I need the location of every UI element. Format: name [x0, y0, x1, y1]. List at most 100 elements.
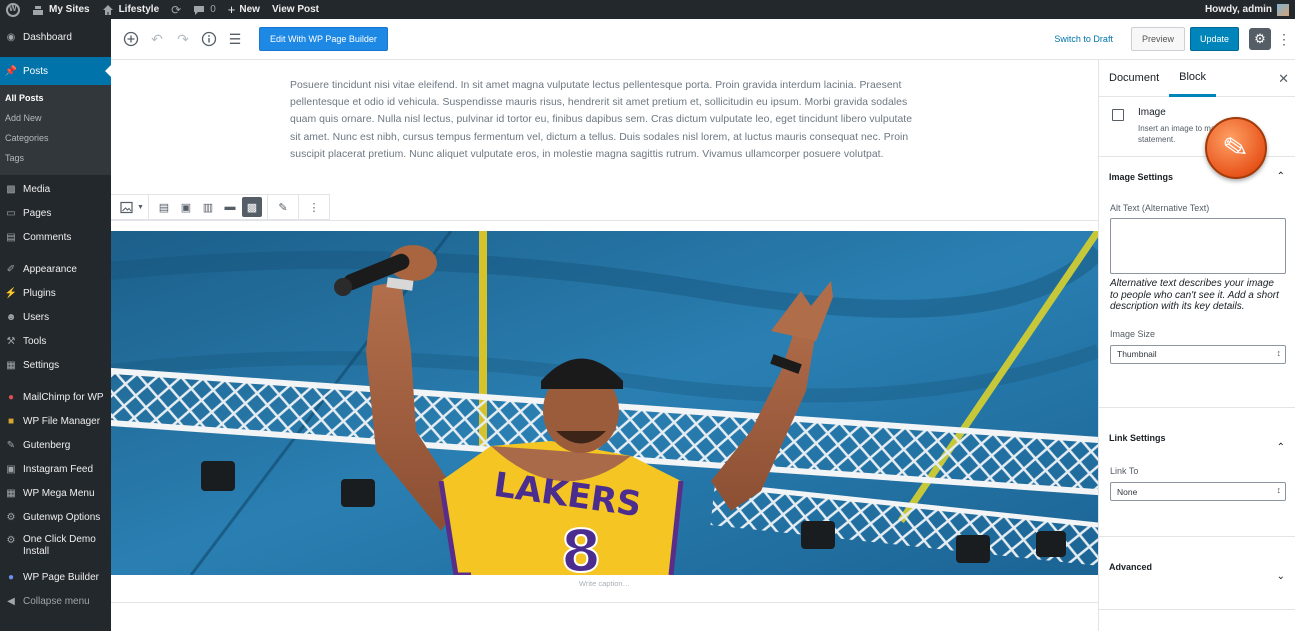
dashboard-icon: ◉ [6, 31, 16, 43]
menu-label: WP Page Builder [23, 571, 99, 583]
image-icon [1112, 109, 1124, 121]
link-settings-panel: Link Settings ⌃ Link To None [1099, 420, 1295, 537]
menu-item-comments[interactable]: ▤ Comments [0, 225, 111, 249]
pushpin-icon: 📌 [4, 65, 18, 77]
my-sites-link[interactable]: My Sites [26, 0, 96, 19]
caption-input[interactable]: Write caption… [111, 579, 1098, 588]
info-icon[interactable] [197, 27, 221, 51]
alt-text-help: Alternative text describes your image to… [1110, 278, 1279, 312]
menu-item-pages[interactable]: ▭ Pages [0, 201, 111, 225]
menu-label: Pages [23, 207, 52, 219]
comments-icon: ▤ [6, 231, 16, 243]
menu-label: Posts [23, 65, 49, 77]
advanced-title[interactable]: Advanced [1099, 549, 1295, 585]
gear-icon: ⚙ [6, 534, 16, 546]
image-block-icon[interactable] [116, 197, 136, 217]
undo-icon[interactable]: ↶ [145, 27, 169, 51]
new-content-link[interactable]: + New [222, 0, 266, 19]
settings-gear-icon[interactable]: ⚙ [1249, 28, 1271, 50]
align-wide-icon[interactable]: ▬ [220, 197, 240, 217]
chevron-down-icon[interactable]: ⌄ [1277, 571, 1285, 582]
grid-icon: ▦ [6, 487, 16, 499]
site-name-link[interactable]: Lifestyle [96, 0, 166, 19]
menu-item-page-builder[interactable]: ● WP Page Builder [0, 565, 111, 589]
block-divider [111, 220, 1098, 221]
menu-item-mega-menu[interactable]: ▦ WP Mega Menu [0, 481, 111, 505]
menu-item-plugins[interactable]: ⚡ Plugins [0, 281, 111, 305]
home-icon [102, 4, 114, 16]
submenu-item-categories[interactable]: Categories [0, 129, 111, 149]
menu-item-tools[interactable]: ⚒ Tools [0, 329, 111, 353]
switch-to-draft-link[interactable]: Switch to Draft [1054, 34, 1113, 44]
advanced-panel: Advanced ⌄ [1099, 549, 1295, 610]
block-switcher[interactable]: ▼ [111, 194, 149, 220]
submenu-item-all-posts[interactable]: All Posts [0, 89, 111, 109]
paragraph-block[interactable]: Posuere tincidunt nisi vitae eleifend. I… [290, 77, 915, 163]
menu-item-file-manager[interactable]: ■ WP File Manager [0, 409, 111, 433]
menu-item-dashboard[interactable]: ◉ Dashboard [0, 25, 111, 49]
paintbrush-icon: ✐ [6, 263, 16, 275]
menu-item-media[interactable]: ▩ Media [0, 177, 111, 201]
menu-item-users[interactable]: ☻ Users [0, 305, 111, 329]
editor-header-toolbar: ↶ ↷ ☰ Edit With WP Page Builder Switch t… [111, 19, 1295, 60]
collapse-menu-button[interactable]: ◀ Collapse menu [0, 589, 111, 613]
menu-label: Tools [23, 335, 47, 347]
menu-label: Settings [23, 359, 60, 371]
image-settings-title[interactable]: Image Settings [1099, 159, 1295, 195]
submenu-item-add-new[interactable]: Add New [0, 109, 111, 129]
view-post-label: View Post [271, 4, 319, 15]
chevron-up-icon[interactable]: ⌃ [1277, 442, 1285, 453]
updates-link[interactable]: ⟳ [165, 0, 187, 19]
tab-block[interactable]: Block [1169, 60, 1217, 97]
image-size-select[interactable]: Thumbnail [1110, 344, 1286, 364]
avatar [1277, 3, 1289, 16]
menu-item-gutenberg[interactable]: ✎ Gutenberg [0, 433, 111, 457]
menu-item-settings[interactable]: ▦ Settings [0, 353, 111, 377]
more-group: ⋮ [299, 194, 329, 220]
account-menu[interactable]: Howdy, admin [1199, 0, 1295, 19]
link-to-select[interactable]: None [1110, 482, 1286, 501]
menu-item-gutenwp[interactable]: ⚙ Gutenwp Options [0, 505, 111, 529]
add-block-plus-icon[interactable] [119, 27, 143, 51]
more-vertical-icon[interactable]: ⋮ [304, 197, 324, 217]
menu-item-instagram[interactable]: ▣ Instagram Feed [0, 457, 111, 481]
image-settings-panel: Image Settings ⌃ Alt Text (Alternative T… [1099, 159, 1295, 408]
close-icon[interactable]: ✕ [1278, 71, 1289, 87]
menu-item-mailchimp[interactable]: ● MailChimp for WP [0, 385, 111, 409]
gear-icon: ⚙ [6, 511, 16, 523]
tab-document[interactable]: Document [1099, 60, 1169, 97]
more-options-icon[interactable]: ⋮ [1277, 31, 1291, 48]
concert-performer-image[interactable]: LAKERS 8 [111, 231, 1098, 575]
comments-link[interactable]: 0 [187, 0, 222, 19]
update-button[interactable]: Update [1189, 27, 1239, 51]
redo-icon[interactable]: ↷ [171, 27, 195, 51]
settings-sidebar: Document Block ✕ Image Insert an image t… [1098, 60, 1295, 631]
menu-label: Collapse menu [23, 595, 90, 607]
align-right-icon[interactable]: ▥ [198, 197, 218, 217]
align-left-icon[interactable]: ▤ [154, 197, 174, 217]
link-settings-title[interactable]: Link Settings [1099, 420, 1295, 456]
collapse-arrow-icon: ◀ [7, 595, 15, 607]
edit-with-page-builder-button[interactable]: Edit With WP Page Builder [259, 27, 388, 51]
view-post-link[interactable]: View Post [266, 0, 325, 19]
plug-icon: ⚡ [4, 287, 18, 299]
menu-item-posts[interactable]: 📌 Posts [0, 57, 111, 85]
wordpress-logo-icon[interactable] [0, 0, 26, 19]
pencil-badge-icon[interactable]: ✎ [1205, 117, 1267, 179]
menu-item-appearance[interactable]: ✐ Appearance [0, 257, 111, 281]
align-center-icon[interactable]: ▣ [176, 197, 196, 217]
block-navigation-list-icon[interactable]: ☰ [223, 27, 247, 51]
preview-button[interactable]: Preview [1130, 27, 1185, 51]
align-full-width-icon[interactable]: ▩ [241, 197, 262, 217]
refresh-icon: ⟳ [171, 2, 182, 17]
chevron-up-icon[interactable]: ⌃ [1277, 171, 1285, 182]
posts-submenu: All Posts Add New Categories Tags [0, 85, 111, 175]
alt-text-field[interactable] [1110, 218, 1286, 274]
menu-label: Gutenberg [23, 439, 71, 451]
menu-item-one-click-demo[interactable]: ⚙ One Click Demo Install [0, 529, 111, 565]
site-name-label: Lifestyle [118, 4, 160, 15]
edit-pencil-icon[interactable]: ✎ [273, 197, 293, 217]
comment-bubble-icon [193, 4, 205, 16]
menu-label: WP File Manager [23, 415, 101, 427]
submenu-item-tags[interactable]: Tags [0, 149, 111, 169]
